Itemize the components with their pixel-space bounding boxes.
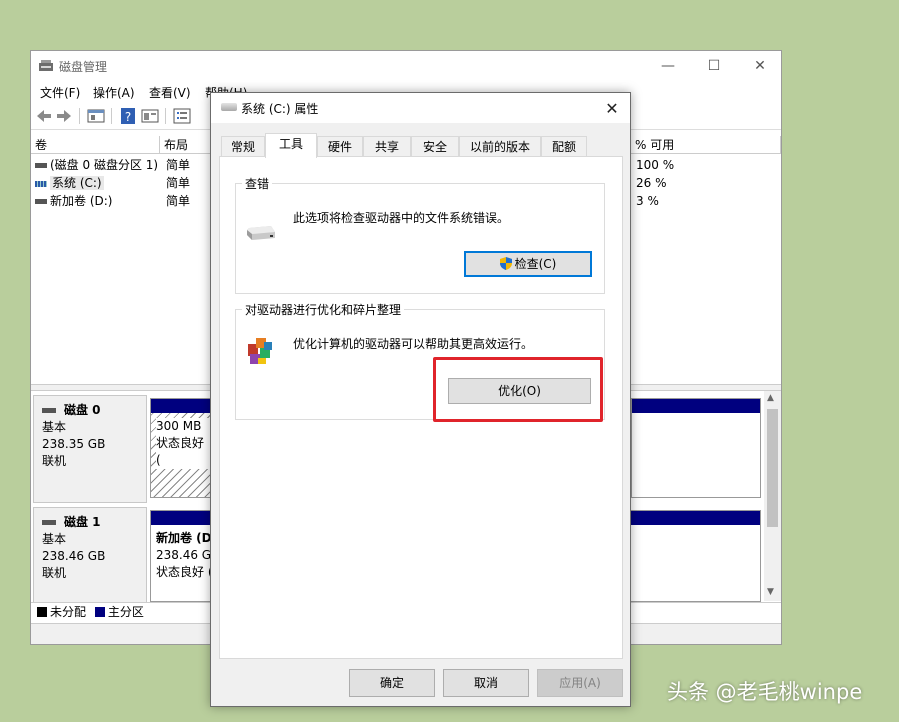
check-button-label: 检查(C)	[514, 257, 557, 271]
volume-pct-free: 100 %	[636, 158, 675, 172]
disk-name: 磁盘 0	[64, 403, 101, 417]
ok-button[interactable]: 确定	[349, 669, 435, 697]
watermark: 头条 @老毛桃winpe	[667, 680, 863, 704]
disk-status: 联机	[42, 454, 67, 468]
disk-map-scrollbar[interactable]: ▲ ▼	[764, 391, 781, 601]
close-button[interactable]: ✕	[737, 51, 783, 81]
column-volume[interactable]: 卷	[31, 136, 160, 154]
dialog-close-button[interactable]: ✕	[594, 93, 630, 123]
disk-status: 联机	[42, 566, 67, 580]
window-title: 磁盘管理	[59, 60, 108, 74]
properties-dialog: 系统 (C:) 属性 ✕ 常规 工具 硬件 共享 安全 以前的版本 配额 查错 …	[210, 92, 631, 707]
primary-swatch	[94, 607, 105, 617]
tab-strip: 常规 工具 硬件 共享 安全 以前的版本 配额	[221, 133, 621, 158]
volume-layout: 简单	[166, 176, 191, 190]
red-highlight-box	[433, 357, 603, 422]
tab-tools[interactable]: 工具	[265, 133, 317, 158]
titlebar: 磁盘管理 — ☐ ✕	[31, 51, 781, 81]
system-drive-icon	[35, 180, 47, 187]
disk-size: 238.35 GB	[42, 437, 106, 451]
uac-shield-icon	[499, 257, 512, 270]
disk-icon	[42, 408, 56, 413]
list-view-icon[interactable]	[173, 107, 191, 125]
scroll-down-icon[interactable]: ▼	[767, 587, 774, 597]
partition-size: 300 MB	[156, 419, 202, 433]
disk-management-icon	[39, 60, 53, 71]
back-arrow-icon[interactable]	[35, 107, 53, 125]
disk-name: 磁盘 1	[64, 515, 101, 529]
column-layout[interactable]: 布局	[160, 136, 212, 154]
error-check-group: 查错 此选项将检查驱动器中的文件系统错误。 检查(C)	[235, 175, 605, 294]
toolbar-separator	[79, 108, 80, 124]
volume-name: 新加卷 (D:)	[50, 194, 113, 208]
disk-size: 238.46 GB	[42, 549, 106, 563]
partition-status: 状态良好 (	[156, 436, 205, 467]
volume-pct-free: 3 %	[636, 194, 659, 208]
dialog-title: 系统 (C:) 属性	[241, 102, 319, 116]
optimize-description: 优化计算机的驱动器可以帮助其更高效运行。	[293, 337, 534, 351]
toolbar-separator	[165, 108, 166, 124]
disk-icon	[42, 520, 56, 525]
legend-primary: 主分区	[107, 605, 144, 619]
disk-type: 基本	[42, 420, 67, 434]
optimize-title: 对驱动器进行优化和碎片整理	[242, 301, 405, 318]
tab-general[interactable]: 常规	[221, 136, 265, 157]
forward-arrow-icon[interactable]	[55, 107, 73, 125]
tab-quota[interactable]: 配额	[541, 136, 587, 157]
volume-pct-free: 26 %	[636, 176, 667, 190]
volume-layout: 简单	[166, 158, 191, 172]
svg-text:?: ?	[125, 110, 131, 124]
error-check-description: 此选项将检查驱动器中的文件系统错误。	[293, 211, 510, 225]
apply-button[interactable]: 应用(A)	[537, 669, 623, 697]
disk-0-partition-3[interactable]	[631, 398, 761, 498]
help-icon[interactable]: ?	[119, 107, 137, 125]
error-check-title: 查错	[242, 175, 273, 192]
properties-icon[interactable]	[141, 107, 159, 125]
disk-0-partition-1[interactable]: 300 MB 状态良好 (	[150, 398, 212, 498]
maximize-button[interactable]: ☐	[691, 51, 737, 81]
toolbar-separator	[111, 108, 112, 124]
disk-0-label[interactable]: 磁盘 0 基本 238.35 GB 联机	[33, 395, 147, 503]
dialog-titlebar: 系统 (C:) 属性 ✕	[211, 93, 630, 123]
tab-hardware[interactable]: 硬件	[317, 136, 363, 157]
menu-file[interactable]: 文件(F)	[40, 84, 80, 101]
scroll-up-icon[interactable]: ▲	[767, 393, 774, 403]
minimize-button[interactable]: —	[645, 51, 691, 81]
column-pct-free[interactable]: % 可用	[631, 136, 781, 154]
check-button[interactable]: 检查(C)	[464, 251, 592, 277]
cancel-button[interactable]: 取消	[443, 669, 529, 697]
legend-unallocated: 未分配	[50, 605, 87, 619]
unallocated-swatch	[37, 607, 47, 617]
drive-icon	[35, 199, 47, 204]
disk-1-label[interactable]: 磁盘 1 基本 238.46 GB 联机	[33, 507, 147, 615]
drive-icon	[35, 163, 47, 168]
volume-layout: 简单	[166, 194, 191, 208]
hard-drive-icon	[247, 226, 275, 240]
disk-type: 基本	[42, 532, 67, 546]
menu-action[interactable]: 操作(A)	[93, 84, 135, 101]
tab-security[interactable]: 安全	[411, 136, 459, 157]
partition-bar	[632, 399, 760, 413]
scrollbar-thumb[interactable]	[767, 409, 778, 527]
console-tree-icon[interactable]	[87, 107, 105, 125]
tab-sharing[interactable]: 共享	[363, 136, 411, 157]
menu-view[interactable]: 查看(V)	[149, 84, 191, 101]
partition-bar	[151, 399, 211, 413]
volume-name: (磁盘 0 磁盘分区 1)	[50, 158, 159, 172]
tab-previous-versions[interactable]: 以前的版本	[459, 136, 541, 157]
volume-name: 系统 (C:)	[50, 176, 104, 190]
defragment-icon	[248, 338, 272, 364]
drive-icon	[221, 103, 237, 111]
